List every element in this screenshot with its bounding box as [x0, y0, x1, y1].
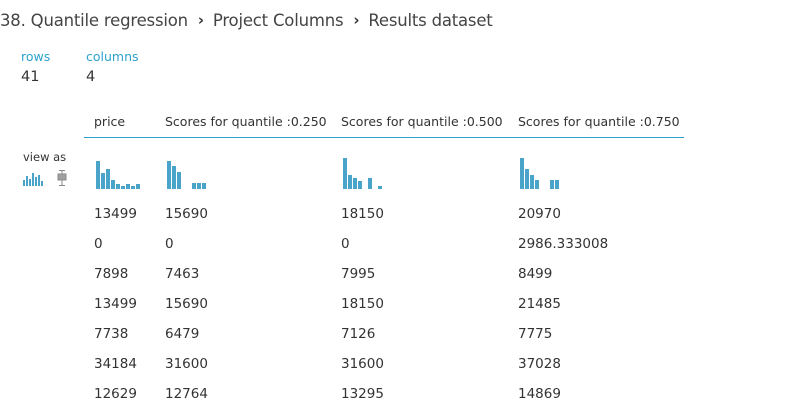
header-divider: [84, 137, 684, 138]
histogram-bar: [530, 175, 534, 189]
histogram-bar: [101, 173, 105, 189]
table-cell[interactable]: 21485: [518, 296, 561, 312]
table-cell[interactable]: 7898: [94, 266, 128, 282]
histogram-bar: [126, 184, 130, 189]
table-cell[interactable]: 37028: [518, 356, 561, 372]
table-cell[interactable]: 18150: [341, 296, 384, 312]
table-cell[interactable]: 12629: [94, 386, 137, 402]
histogram-bar: [555, 180, 559, 189]
histogram-bar: [378, 186, 382, 189]
rows-count: 41: [21, 69, 40, 85]
breadcrumb-experiment[interactable]: 38. Quantile regression: [0, 11, 188, 30]
table-cell[interactable]: 15690: [165, 206, 208, 222]
table-cell[interactable]: 15690: [165, 296, 208, 312]
histogram-bar: [116, 184, 120, 189]
table-cell[interactable]: 13295: [341, 386, 384, 402]
table-cell[interactable]: 7126: [341, 326, 375, 342]
histogram-bar: [550, 180, 554, 189]
table-cell[interactable]: 6479: [165, 326, 199, 342]
table-cell[interactable]: 14869: [518, 386, 561, 402]
chevron-right-icon: ›: [197, 11, 204, 29]
table-cell[interactable]: 0: [341, 236, 350, 252]
histogram-bar: [136, 184, 140, 189]
table-cell[interactable]: 34184: [94, 356, 137, 372]
table-cell[interactable]: 7738: [94, 326, 128, 342]
table-cell[interactable]: 0: [165, 236, 174, 252]
histogram-q025: [167, 161, 206, 189]
histogram-bar: [106, 169, 110, 189]
histogram-bar: [348, 175, 352, 189]
table-cell[interactable]: 7775: [518, 326, 552, 342]
histogram-bar: [192, 183, 196, 189]
table-cell[interactable]: 18150: [341, 206, 384, 222]
table-cell[interactable]: 8499: [518, 266, 552, 282]
histogram-bar: [197, 183, 201, 189]
breadcrumb: 38. Quantile regression › Project Column…: [0, 8, 493, 32]
histogram-q075: [520, 158, 559, 189]
columns-label: columns: [86, 49, 139, 64]
columns-count: 4: [86, 69, 96, 85]
breadcrumb-dataset: Results dataset: [368, 10, 493, 30]
table-cell[interactable]: 20970: [518, 206, 561, 222]
histogram-bar: [96, 161, 100, 189]
table-cell[interactable]: 13499: [94, 296, 137, 312]
table-cell[interactable]: 7463: [165, 266, 199, 282]
histogram-bar: [343, 158, 347, 189]
boxplot-icon[interactable]: [52, 170, 72, 186]
histogram-bar: [131, 186, 135, 189]
histogram-bar: [368, 178, 372, 189]
histogram-bar: [167, 161, 171, 189]
table-cell[interactable]: 13499: [94, 206, 137, 222]
histogram-icon[interactable]: [23, 170, 43, 186]
histogram-bar: [525, 169, 529, 189]
histogram-bar: [353, 178, 357, 189]
column-header-q075[interactable]: Scores for quantile :0.750: [518, 114, 680, 129]
table-cell[interactable]: 31600: [165, 356, 208, 372]
histogram-q050: [343, 158, 382, 189]
histogram-bar: [202, 183, 206, 189]
histogram-bar: [358, 181, 362, 189]
breadcrumb-module[interactable]: Project Columns: [213, 11, 344, 30]
histogram-bar: [172, 166, 176, 189]
chevron-right-icon: ›: [353, 11, 360, 29]
table-cell[interactable]: 12764: [165, 386, 208, 402]
rows-label: rows: [21, 49, 51, 64]
histogram-bar: [111, 180, 115, 189]
column-header-price[interactable]: price: [94, 114, 125, 129]
table-cell[interactable]: 7995: [341, 266, 375, 282]
histogram-bar: [177, 172, 181, 189]
histogram-bar: [520, 158, 524, 189]
table-cell[interactable]: 0: [94, 236, 103, 252]
column-header-q050[interactable]: Scores for quantile :0.500: [341, 114, 503, 129]
view-as-label: view as: [23, 150, 67, 164]
histogram-bar: [535, 180, 539, 189]
histogram-bar: [121, 186, 125, 189]
table-cell[interactable]: 2986.333008: [518, 236, 608, 252]
column-header-q025[interactable]: Scores for quantile :0.250: [165, 114, 327, 129]
table-cell[interactable]: 31600: [341, 356, 384, 372]
histogram-price: [96, 161, 140, 189]
